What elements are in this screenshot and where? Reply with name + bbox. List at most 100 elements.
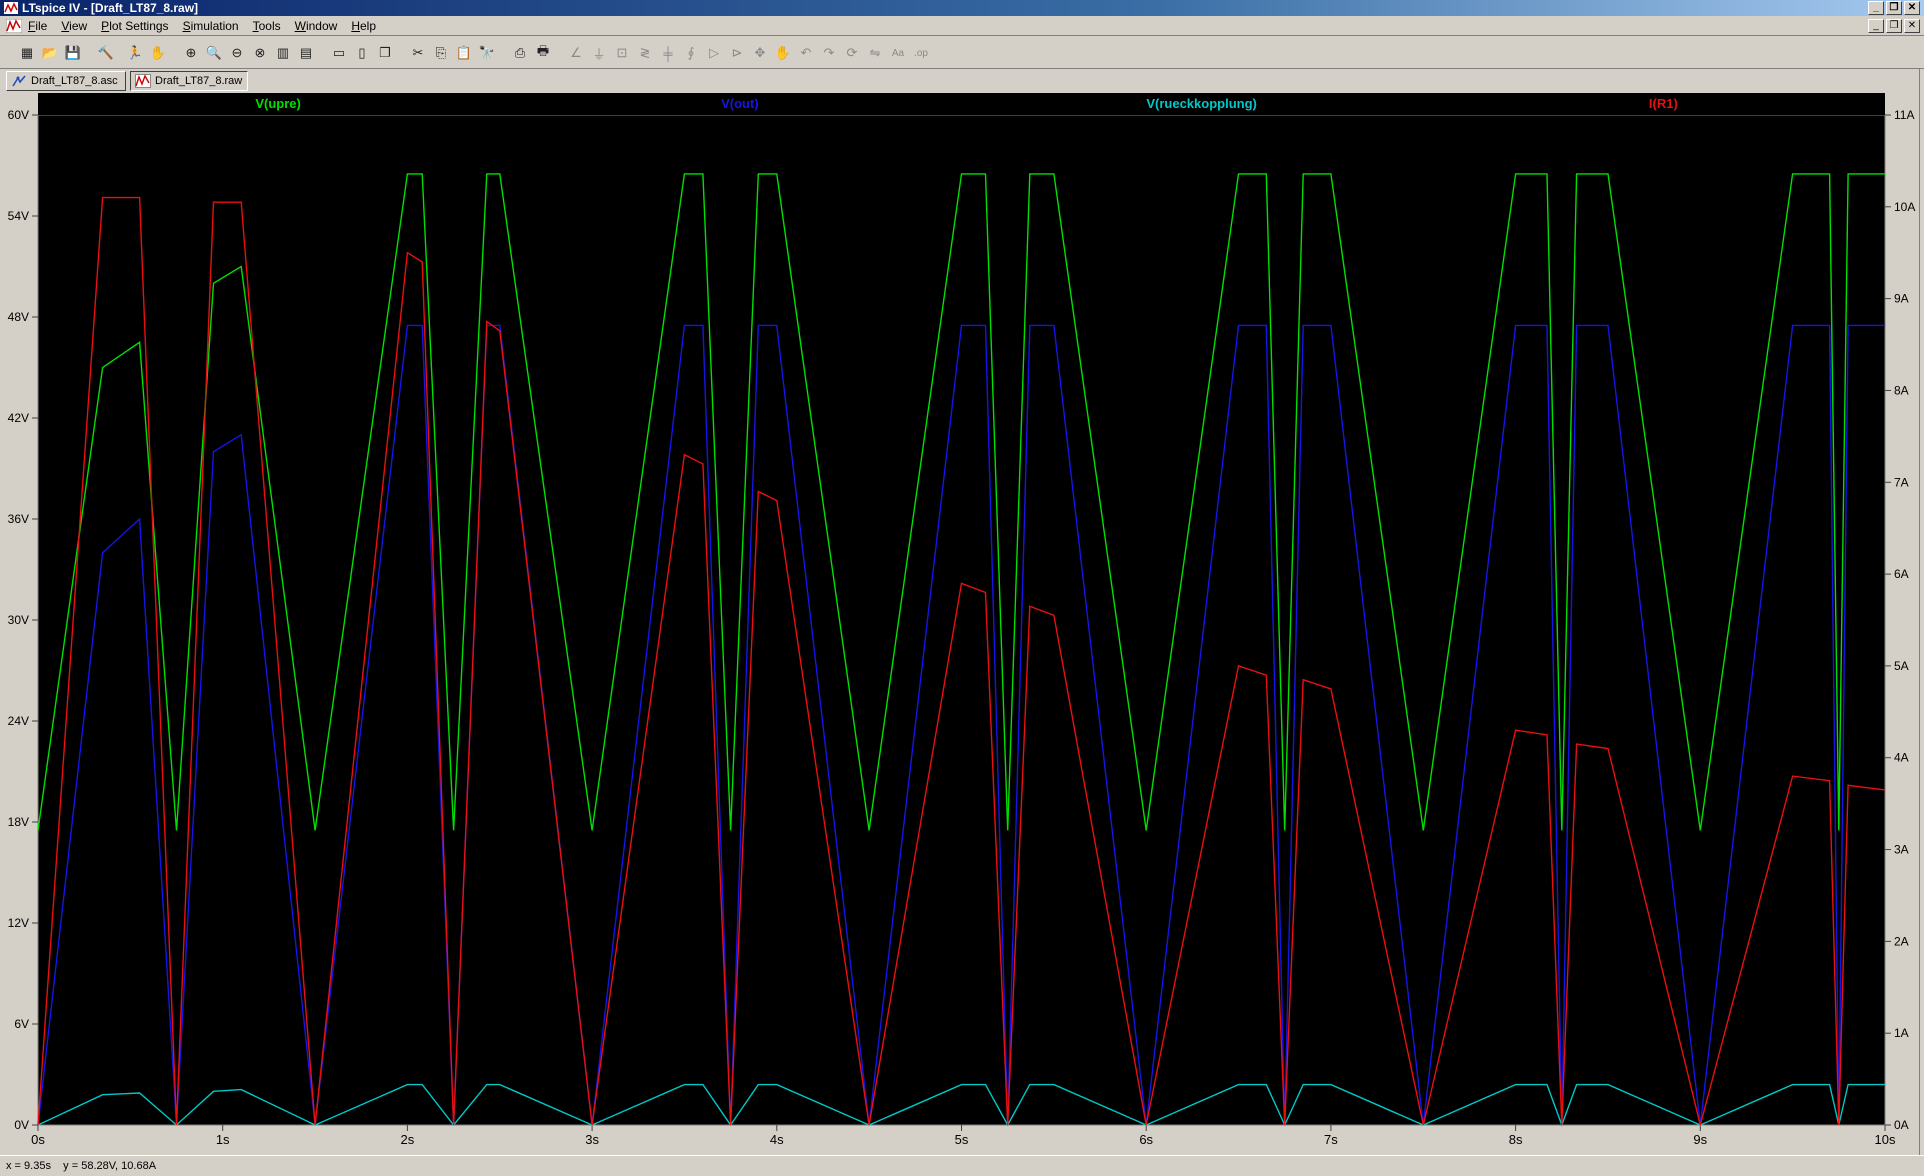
y-right-tick-label: 8A bbox=[1894, 383, 1909, 397]
y-left-tick-label: 24V bbox=[8, 714, 29, 728]
y-right-tick-label: 0A bbox=[1894, 1118, 1909, 1132]
cut-icon[interactable]: ✂ bbox=[409, 44, 427, 62]
trace-label[interactable]: V(rueckkopplung) bbox=[1146, 96, 1257, 111]
menu-view[interactable]: View bbox=[61, 19, 87, 33]
text-icon[interactable]: Aa bbox=[889, 44, 907, 62]
tile-vertical-icon[interactable]: ▯ bbox=[353, 44, 371, 62]
component-icon[interactable]: ⊳ bbox=[728, 44, 746, 62]
y-right-tick-label: 5A bbox=[1894, 659, 1909, 673]
toolbar: ▦ 📂 💾 🔨 🏃 ✋ ⊕ 🔍 ⊖ ⊗ ▥ ▤ ▭ ▯ ❐ ✂ ⎘ 📋 🔭 ⎙ 🖶 ∠ ⏚ ⊡ ≷ ╪ ∮ ▷ ⊳ ✥ ✋ ↶ ↷ ⟳ ⇋ Aa .op bbox=[0, 37, 1924, 69]
y-right-tick-label: 1A bbox=[1894, 1026, 1909, 1040]
drag-icon[interactable]: ✋ bbox=[774, 44, 792, 62]
x-tick-label: 4s bbox=[770, 1132, 784, 1147]
spice-directive-icon[interactable]: .op bbox=[912, 44, 930, 62]
y-right-tick-label: 11A bbox=[1894, 108, 1914, 122]
cascade-icon[interactable]: ❐ bbox=[376, 44, 394, 62]
y-left-tick-label: 36V bbox=[8, 512, 29, 526]
x-tick-label: 0s bbox=[31, 1132, 45, 1147]
x-tick-label: 8s bbox=[1509, 1132, 1523, 1147]
y-left-tick-label: 48V bbox=[8, 310, 29, 324]
trace-label[interactable]: V(upre) bbox=[255, 96, 301, 111]
run-icon[interactable]: 🏃 bbox=[126, 44, 144, 62]
zoom-full-icon[interactable]: ⊗ bbox=[251, 44, 269, 62]
copy-icon[interactable]: ⎘ bbox=[432, 44, 450, 62]
print-preview-icon[interactable]: ⎙ bbox=[511, 44, 529, 62]
y-left-tick-label: 60V bbox=[8, 108, 29, 122]
find-icon[interactable]: 🔭 bbox=[478, 44, 496, 62]
x-tick-label: 9s bbox=[1693, 1132, 1707, 1147]
capacitor-icon[interactable]: ╪ bbox=[659, 44, 677, 62]
close-button[interactable]: ✕ bbox=[1904, 1, 1920, 15]
y-right-tick-label: 9A bbox=[1894, 292, 1909, 306]
schematic-icon bbox=[12, 75, 26, 87]
print-icon[interactable]: 🖶 bbox=[534, 43, 552, 62]
menu-bar: File View Plot Settings Simulation Tools… bbox=[0, 16, 1924, 36]
y-right-tick-label: 7A bbox=[1894, 475, 1909, 489]
x-tick-label: 10s bbox=[1875, 1132, 1896, 1147]
paste-icon[interactable]: 📋 bbox=[455, 44, 473, 62]
y-left-tick-label: 54V bbox=[8, 209, 29, 223]
y-left-tick-label: 30V bbox=[8, 613, 29, 627]
zoom-area-icon[interactable]: 🔍 bbox=[205, 44, 223, 62]
zoom-in-icon[interactable]: ⊕ bbox=[182, 44, 200, 62]
resistor-icon[interactable]: ≷ bbox=[636, 44, 654, 62]
window-controls: _ ❐ ✕ bbox=[1868, 1, 1920, 15]
x-tick-label: 2s bbox=[401, 1132, 415, 1147]
undo-icon[interactable]: ↶ bbox=[797, 44, 815, 62]
y-left-tick-label: 0V bbox=[14, 1118, 29, 1132]
move-icon[interactable]: ✥ bbox=[751, 44, 769, 62]
waveform-icon bbox=[135, 74, 151, 88]
autorange-icon[interactable]: ▥ bbox=[274, 44, 292, 62]
redo-icon[interactable]: ↷ bbox=[820, 44, 838, 62]
tab-schematic-label: Draft_LT87_8.asc bbox=[31, 75, 118, 87]
new-schematic-icon[interactable]: ▦ bbox=[18, 44, 36, 62]
tab-waveform-label: Draft_LT87_8.raw bbox=[155, 75, 243, 87]
restore-button[interactable]: ❐ bbox=[1886, 1, 1902, 15]
ltspice-app-icon bbox=[4, 2, 18, 14]
tile-horizontal-icon[interactable]: ▭ bbox=[330, 44, 348, 62]
control-panel-icon[interactable]: 🔨 bbox=[97, 44, 115, 62]
doc-minimize-button[interactable]: _ bbox=[1868, 19, 1884, 33]
wire-icon[interactable]: ∠ bbox=[567, 44, 585, 62]
inductor-icon[interactable]: ∮ bbox=[682, 44, 700, 62]
document-tab-bar: Draft_LT87_8.asc Draft_LT87_8.raw bbox=[0, 69, 1924, 93]
y-left-tick-label: 6V bbox=[14, 1017, 29, 1031]
diode-icon[interactable]: ▷ bbox=[705, 44, 723, 62]
status-bar: x = 9.35s y = 58.28V, 10.68A bbox=[0, 1155, 1924, 1176]
doc-close-button[interactable]: ✕ bbox=[1904, 19, 1920, 33]
doc-restore-button[interactable]: ❐ bbox=[1886, 19, 1902, 33]
waveform-plot[interactable]: 0V 6V 12V 18V 24V 30V 36V 42V 48V 54V 60V 0A 1A 2A 3A 4… bbox=[0, 93, 1924, 1153]
right-edge-frame bbox=[1919, 69, 1924, 1155]
document-menu-icon[interactable] bbox=[6, 19, 22, 33]
trace-label[interactable]: V(out) bbox=[721, 96, 759, 111]
open-icon[interactable]: 📂 bbox=[41, 44, 59, 62]
trace-label[interactable]: I(R1) bbox=[1649, 96, 1678, 111]
x-tick-label: 6s bbox=[1139, 1132, 1153, 1147]
rotate-icon[interactable]: ⟳ bbox=[843, 44, 861, 62]
tab-waveform[interactable]: Draft_LT87_8.raw bbox=[130, 71, 248, 91]
menu-help[interactable]: Help bbox=[351, 19, 376, 33]
mirror-icon[interactable]: ⇋ bbox=[866, 44, 884, 62]
plot-area[interactable] bbox=[37, 114, 1886, 1126]
trace-label-strip bbox=[38, 93, 1885, 115]
menu-plot-settings[interactable]: Plot Settings bbox=[101, 19, 168, 33]
title-bar: LTspice IV - [Draft_LT87_8.raw] _ ❐ ✕ bbox=[0, 0, 1924, 16]
zoom-out-icon[interactable]: ⊖ bbox=[228, 44, 246, 62]
tab-schematic[interactable]: Draft_LT87_8.asc bbox=[6, 71, 126, 91]
menu-file[interactable]: File bbox=[28, 19, 47, 33]
document-window-controls: _ ❐ ✕ bbox=[1868, 19, 1920, 33]
x-tick-label: 1s bbox=[216, 1132, 230, 1147]
menu-window[interactable]: Window bbox=[295, 19, 338, 33]
y-right-tick-label: 4A bbox=[1894, 751, 1909, 765]
label-icon[interactable]: ⊡ bbox=[613, 44, 631, 62]
menu-simulation[interactable]: Simulation bbox=[183, 19, 239, 33]
save-icon[interactable]: 💾 bbox=[64, 44, 82, 62]
menu-tools[interactable]: Tools bbox=[253, 19, 281, 33]
ground-icon[interactable]: ⏚ bbox=[590, 44, 608, 62]
y-left-tick-label: 42V bbox=[8, 411, 29, 425]
minimize-button[interactable]: _ bbox=[1868, 1, 1884, 15]
window-title: LTspice IV - [Draft_LT87_8.raw] bbox=[22, 1, 199, 15]
x-tick-label: 5s bbox=[955, 1132, 969, 1147]
mark-icon[interactable]: ▤ bbox=[297, 44, 315, 62]
halt-icon[interactable]: ✋ bbox=[149, 44, 167, 62]
